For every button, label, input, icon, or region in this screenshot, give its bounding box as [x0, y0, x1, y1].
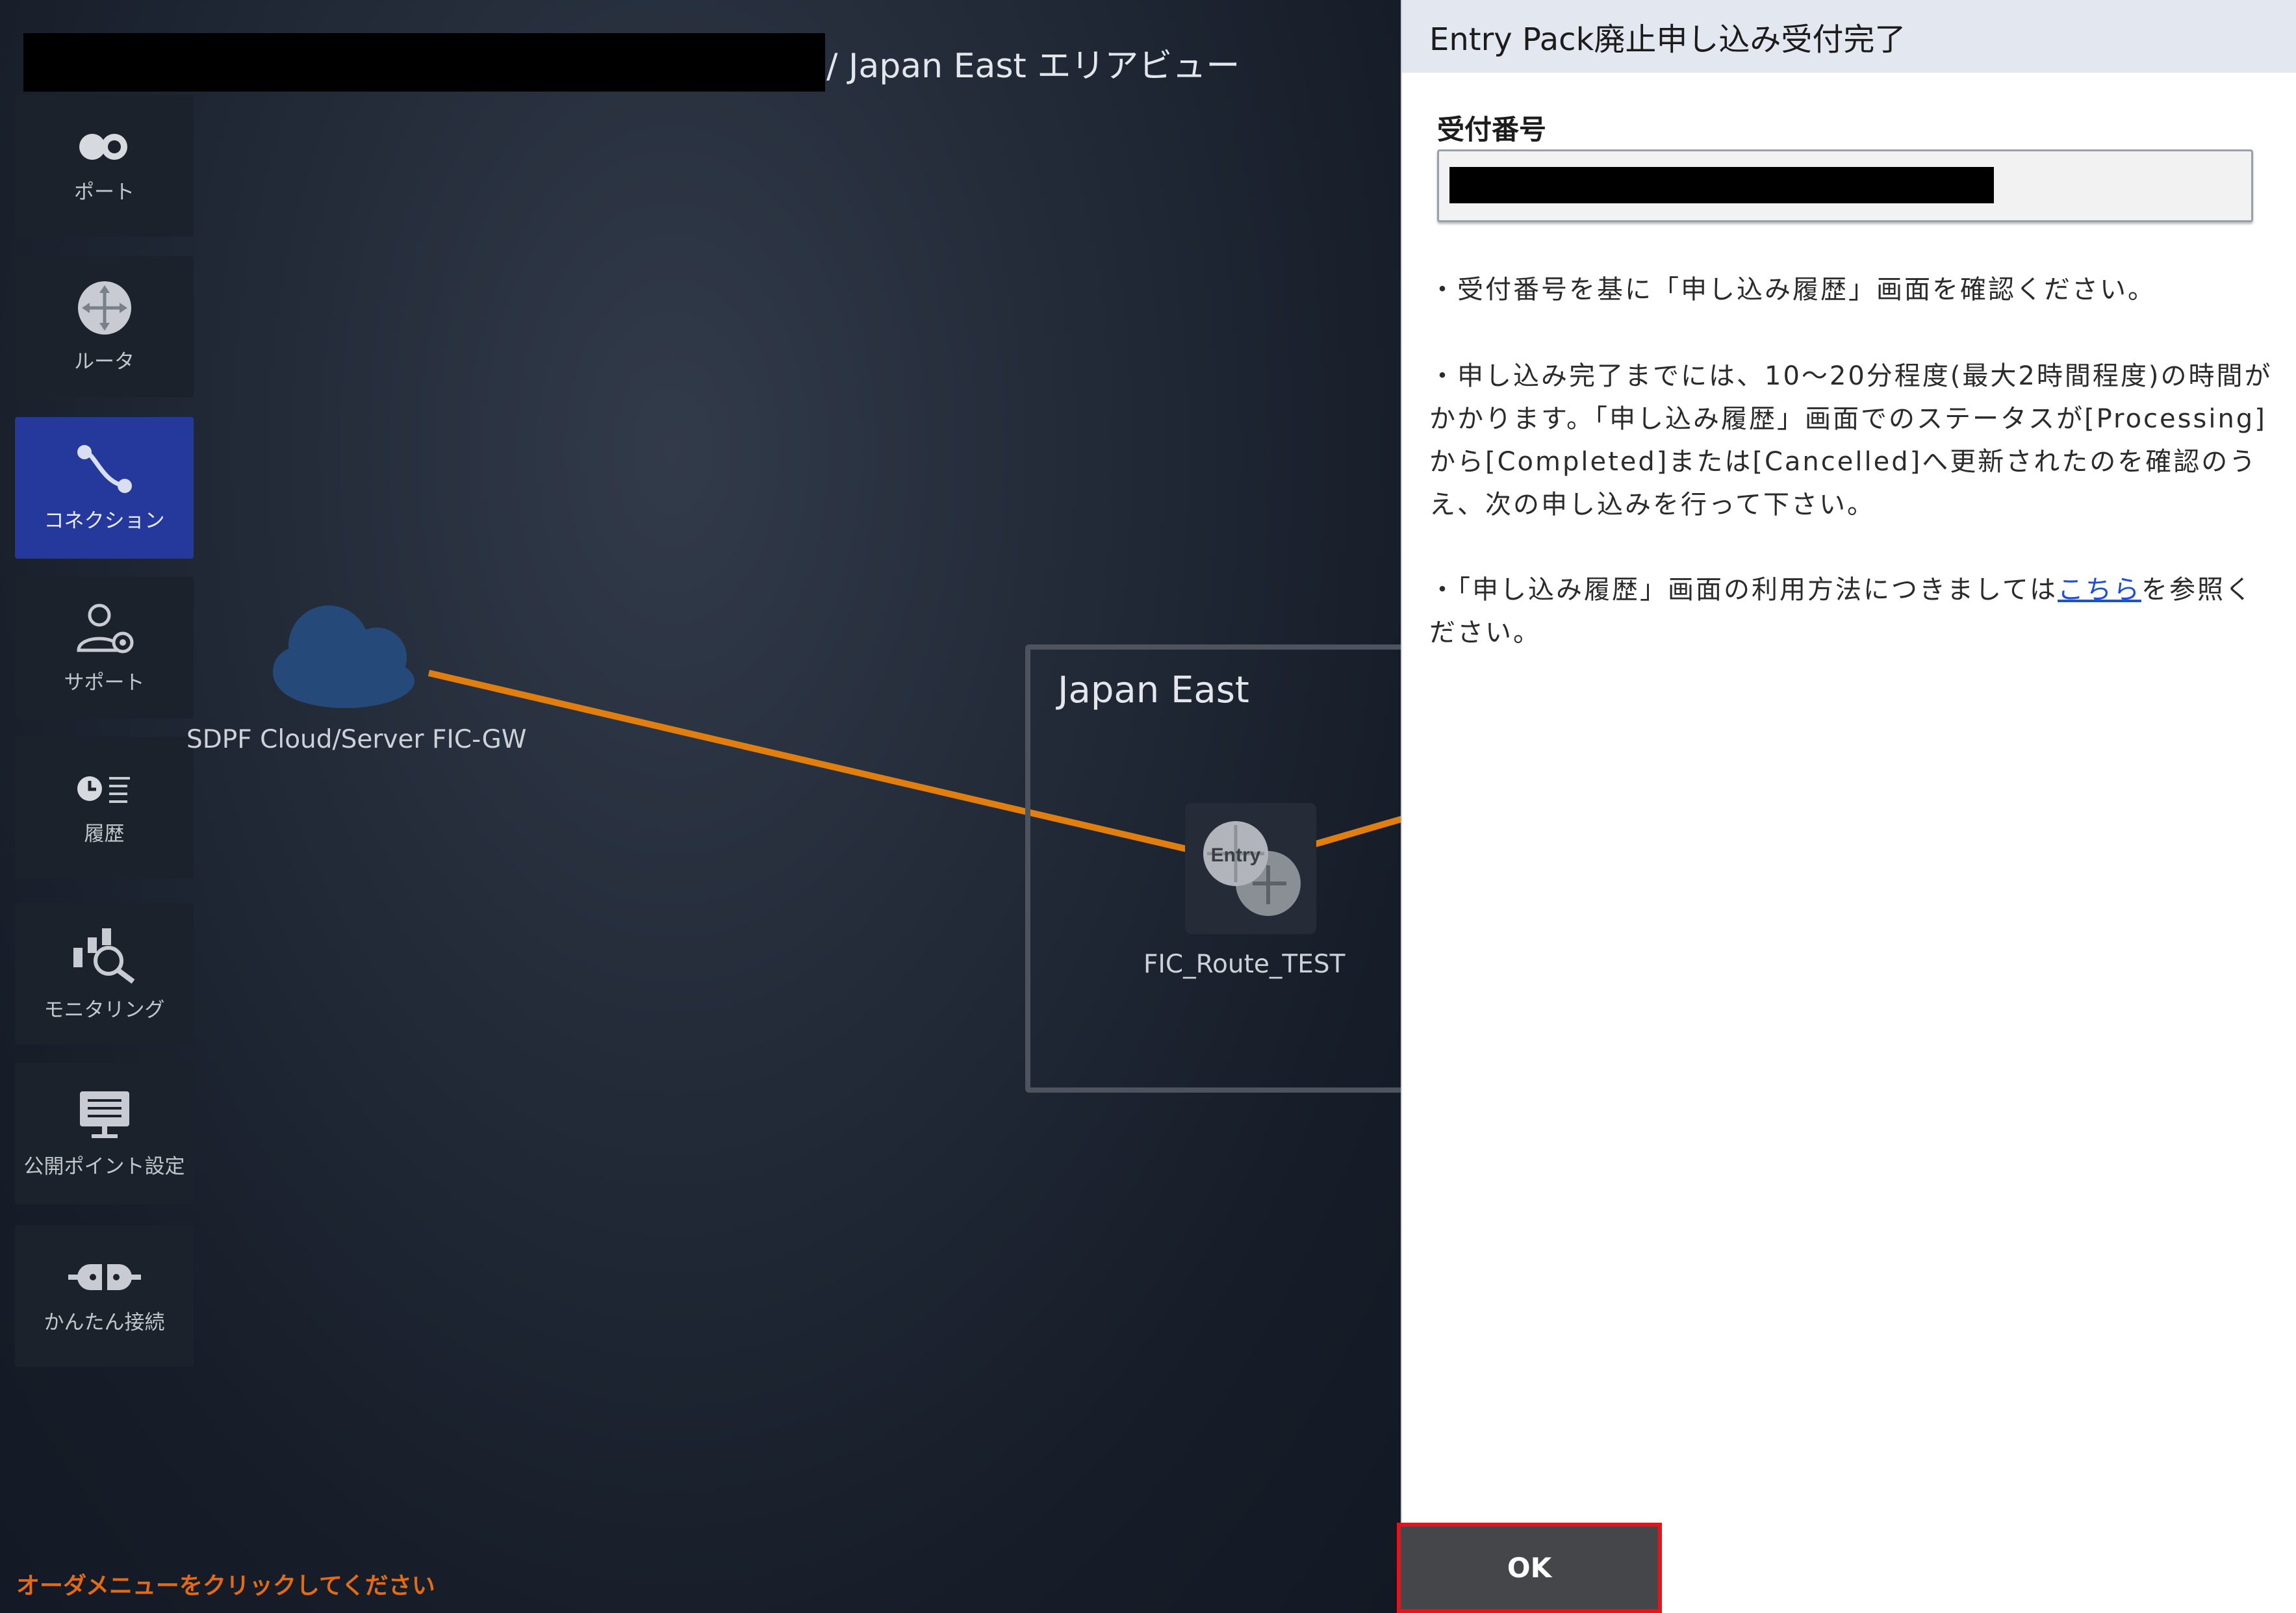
router-badge: Entry — [1211, 845, 1261, 866]
dialog-note-2: ・申し込み完了までには、10～20分程度(最大2時間程度)の時間がかかります。「… — [1429, 361, 2273, 520]
receipt-number-label: 受付番号 — [1437, 114, 1547, 146]
dialog-note-3: ・「申し込み履歴」画面の利用方法につきましてはこちらを参照ください。 — [1429, 568, 2274, 654]
order-menu-hint: オーダメニューをクリックしてください — [16, 1573, 435, 1599]
region-label: Japan East — [1058, 669, 1249, 711]
cloud-icon[interactable] — [273, 605, 415, 708]
ok-button-label: OK — [1507, 1552, 1552, 1584]
completion-dialog: Entry Pack廃止申し込み受付完了 受付番号 ・受付番号を基に「申し込み履… — [1401, 0, 2296, 1613]
note-3-text: ・「申し込み履歴」画面の利用方法につきましては — [1429, 575, 2058, 605]
dialog-note-1: ・受付番号を基に「申し込み履歴」画面を確認ください。 — [1429, 275, 2156, 305]
ok-button[interactable]: OK — [1397, 1523, 1662, 1613]
redacted-receipt-number — [1449, 167, 1994, 203]
app-window: / Japan East エリアビュー ポート ルータ コネクション サポート … — [0, 0, 2296, 1613]
dialog-header: Entry Pack廃止申し込み受付完了 — [1402, 0, 2296, 73]
help-link[interactable]: こちら — [2058, 575, 2141, 605]
entry-router-icon[interactable]: Entry — [1185, 803, 1316, 934]
area-view-canvas: / Japan East エリアビュー ポート ルータ コネクション サポート … — [0, 0, 1401, 1613]
router-label: FIC_Route_TEST — [1143, 950, 1346, 979]
receipt-number-field[interactable] — [1437, 149, 2253, 222]
dialog-title: Entry Pack廃止申し込み受付完了 — [1429, 21, 1906, 58]
cloud-label: SDPF Cloud/Server FIC-GW — [186, 725, 527, 754]
